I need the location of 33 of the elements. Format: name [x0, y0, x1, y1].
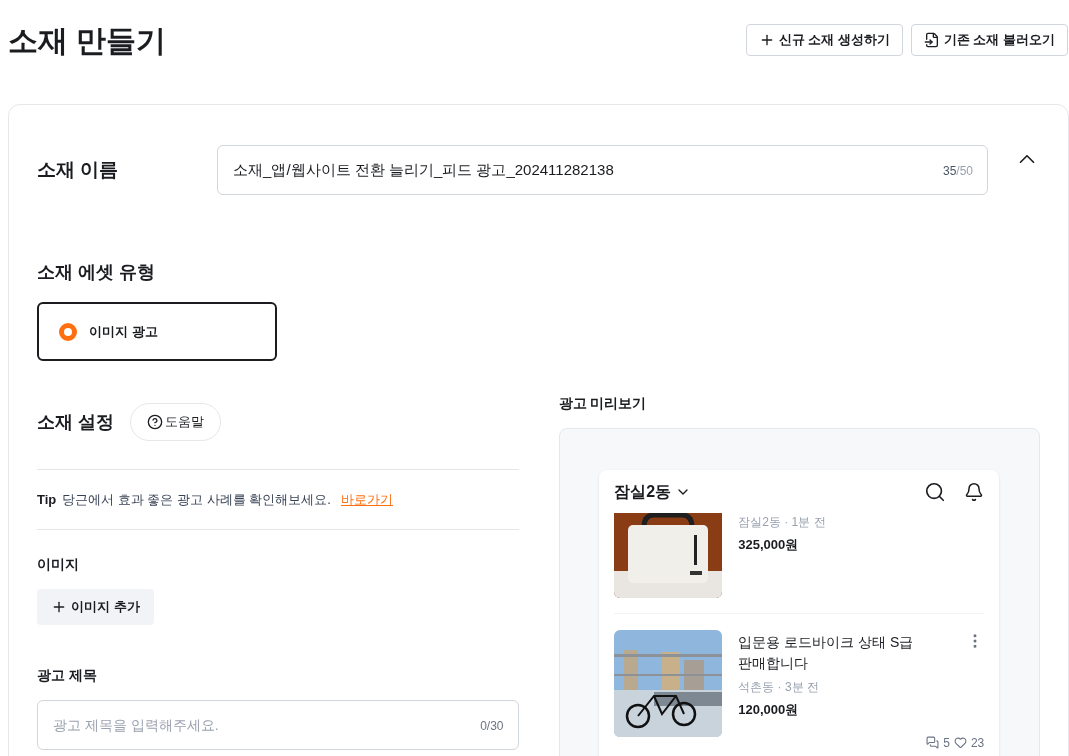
section-title: 소재 에셋 유형: [37, 261, 156, 284]
field-label: 소재 이름: [37, 157, 120, 182]
section-title: 소재 설정: [37, 410, 114, 434]
tip-text: 당근에서 효과 좋은 광고 사례를 확인해보세요.: [62, 490, 331, 509]
product-item[interactable]: 잠실2동 · 1분 전 325,000원: [614, 513, 985, 614]
search-icon[interactable]: [924, 480, 947, 503]
product-item[interactable]: 입문용 로드바이크 상태 S급 판매합니다 석촌동 · 3분 전 120,000원 5 23: [614, 614, 985, 752]
asset-type-option[interactable]: 이미지 광고: [37, 302, 277, 361]
product-price: 325,000원: [738, 536, 800, 554]
location-selector[interactable]: 잠실2동: [614, 479, 692, 504]
add-image-button[interactable]: 이미지 추가: [37, 589, 154, 625]
product-title: 입문용 로드바이크 상태 S급 판매합니다: [738, 633, 915, 673]
tip-label: Tip: [37, 490, 57, 509]
char-counter: 0/30: [480, 718, 504, 735]
radio-icon: [59, 322, 77, 341]
preview-label: 광고 미리보기: [558, 394, 648, 413]
field-label: 광고 제목: [37, 666, 98, 685]
product-meta: 잠실2동 · 1분 전: [738, 514, 826, 531]
help-icon: [147, 414, 163, 430]
like-count: 23: [970, 734, 985, 752]
comment-count: 5: [943, 734, 950, 752]
field-label: 이미지: [37, 555, 80, 574]
page-title: 소재 만들기: [8, 23, 167, 59]
bell-icon[interactable]: [964, 481, 985, 502]
chat-icon: [926, 736, 940, 749]
char-counter: 35/50: [942, 163, 973, 180]
product-meta: 석촌동 · 3분 전: [738, 679, 820, 696]
document-icon: [923, 32, 940, 48]
product-price: 120,000원: [738, 701, 800, 719]
load-asset-button[interactable]: 기존 소재 불러오기: [910, 24, 1068, 56]
plus-icon: [51, 599, 67, 615]
new-asset-button[interactable]: 신규 소재 생성하기: [745, 24, 903, 56]
heart-icon: [953, 736, 967, 749]
